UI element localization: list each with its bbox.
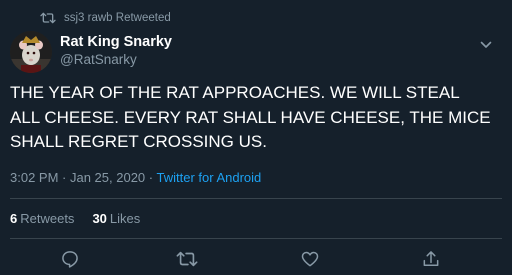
retweet-button[interactable] bbox=[175, 249, 199, 273]
reply-button[interactable] bbox=[58, 249, 82, 273]
likes-stat[interactable]: 30 Likes bbox=[92, 211, 140, 226]
author-handle[interactable]: @RatSnarky bbox=[60, 51, 172, 69]
likes-count: 30 bbox=[92, 211, 107, 226]
divider bbox=[10, 238, 502, 239]
tweet-text-line: ALL CHEESE. EVERY RAT SHALL HAVE CHEESE,… bbox=[10, 107, 491, 127]
tweet-time[interactable]: 3:02 PM bbox=[10, 170, 58, 185]
author-name[interactable]: Rat King Snarky bbox=[60, 33, 172, 51]
meta-separator: · bbox=[145, 170, 157, 185]
reply-icon bbox=[60, 249, 80, 274]
likes-label: Likes bbox=[109, 211, 141, 226]
author-block[interactable]: Rat King Snarky @RatSnarky bbox=[60, 33, 172, 69]
retweet-icon bbox=[176, 250, 198, 273]
retweet-banner-text: ssj3 rawb Retweeted bbox=[64, 12, 171, 24]
tweet-actions bbox=[0, 249, 512, 273]
chevron-down-icon bbox=[480, 36, 492, 53]
retweet-banner[interactable]: ssj3 rawb Retweeted bbox=[40, 10, 171, 26]
heart-icon bbox=[300, 249, 320, 274]
rat-avatar-image bbox=[10, 31, 52, 73]
retweets-label: Retweets bbox=[20, 211, 75, 226]
avatar[interactable] bbox=[10, 31, 52, 73]
retweet-icon bbox=[40, 12, 56, 24]
tweet-stats: 6 Retweets 30 Likes bbox=[10, 211, 140, 226]
retweets-stat[interactable]: 6 Retweets bbox=[10, 211, 74, 226]
more-options-button[interactable] bbox=[480, 36, 492, 54]
tweet-text: THE YEAR OF THE RAT APPROACHES. WE WILL … bbox=[10, 81, 500, 155]
like-button[interactable] bbox=[298, 249, 322, 273]
retweets-count: 6 bbox=[10, 211, 18, 226]
share-icon bbox=[421, 249, 441, 274]
tweet-date[interactable]: Jan 25, 2020 bbox=[70, 170, 145, 185]
meta-separator: · bbox=[58, 170, 70, 185]
tweet-source-link[interactable]: Twitter for Android bbox=[157, 170, 262, 185]
share-button[interactable] bbox=[419, 249, 443, 273]
tweet-text-line: THE YEAR OF THE RAT APPROACHES. WE WILL … bbox=[10, 83, 460, 102]
divider bbox=[10, 198, 502, 199]
tweet-meta: 3:02 PM · Jan 25, 2020 · Twitter for And… bbox=[10, 170, 261, 185]
tweet-text-line: SHALL REGRET CROSSING US. bbox=[10, 132, 267, 151]
tweet-card: ssj3 rawb Retweeted Rat King Snarky @Rat… bbox=[0, 0, 512, 275]
